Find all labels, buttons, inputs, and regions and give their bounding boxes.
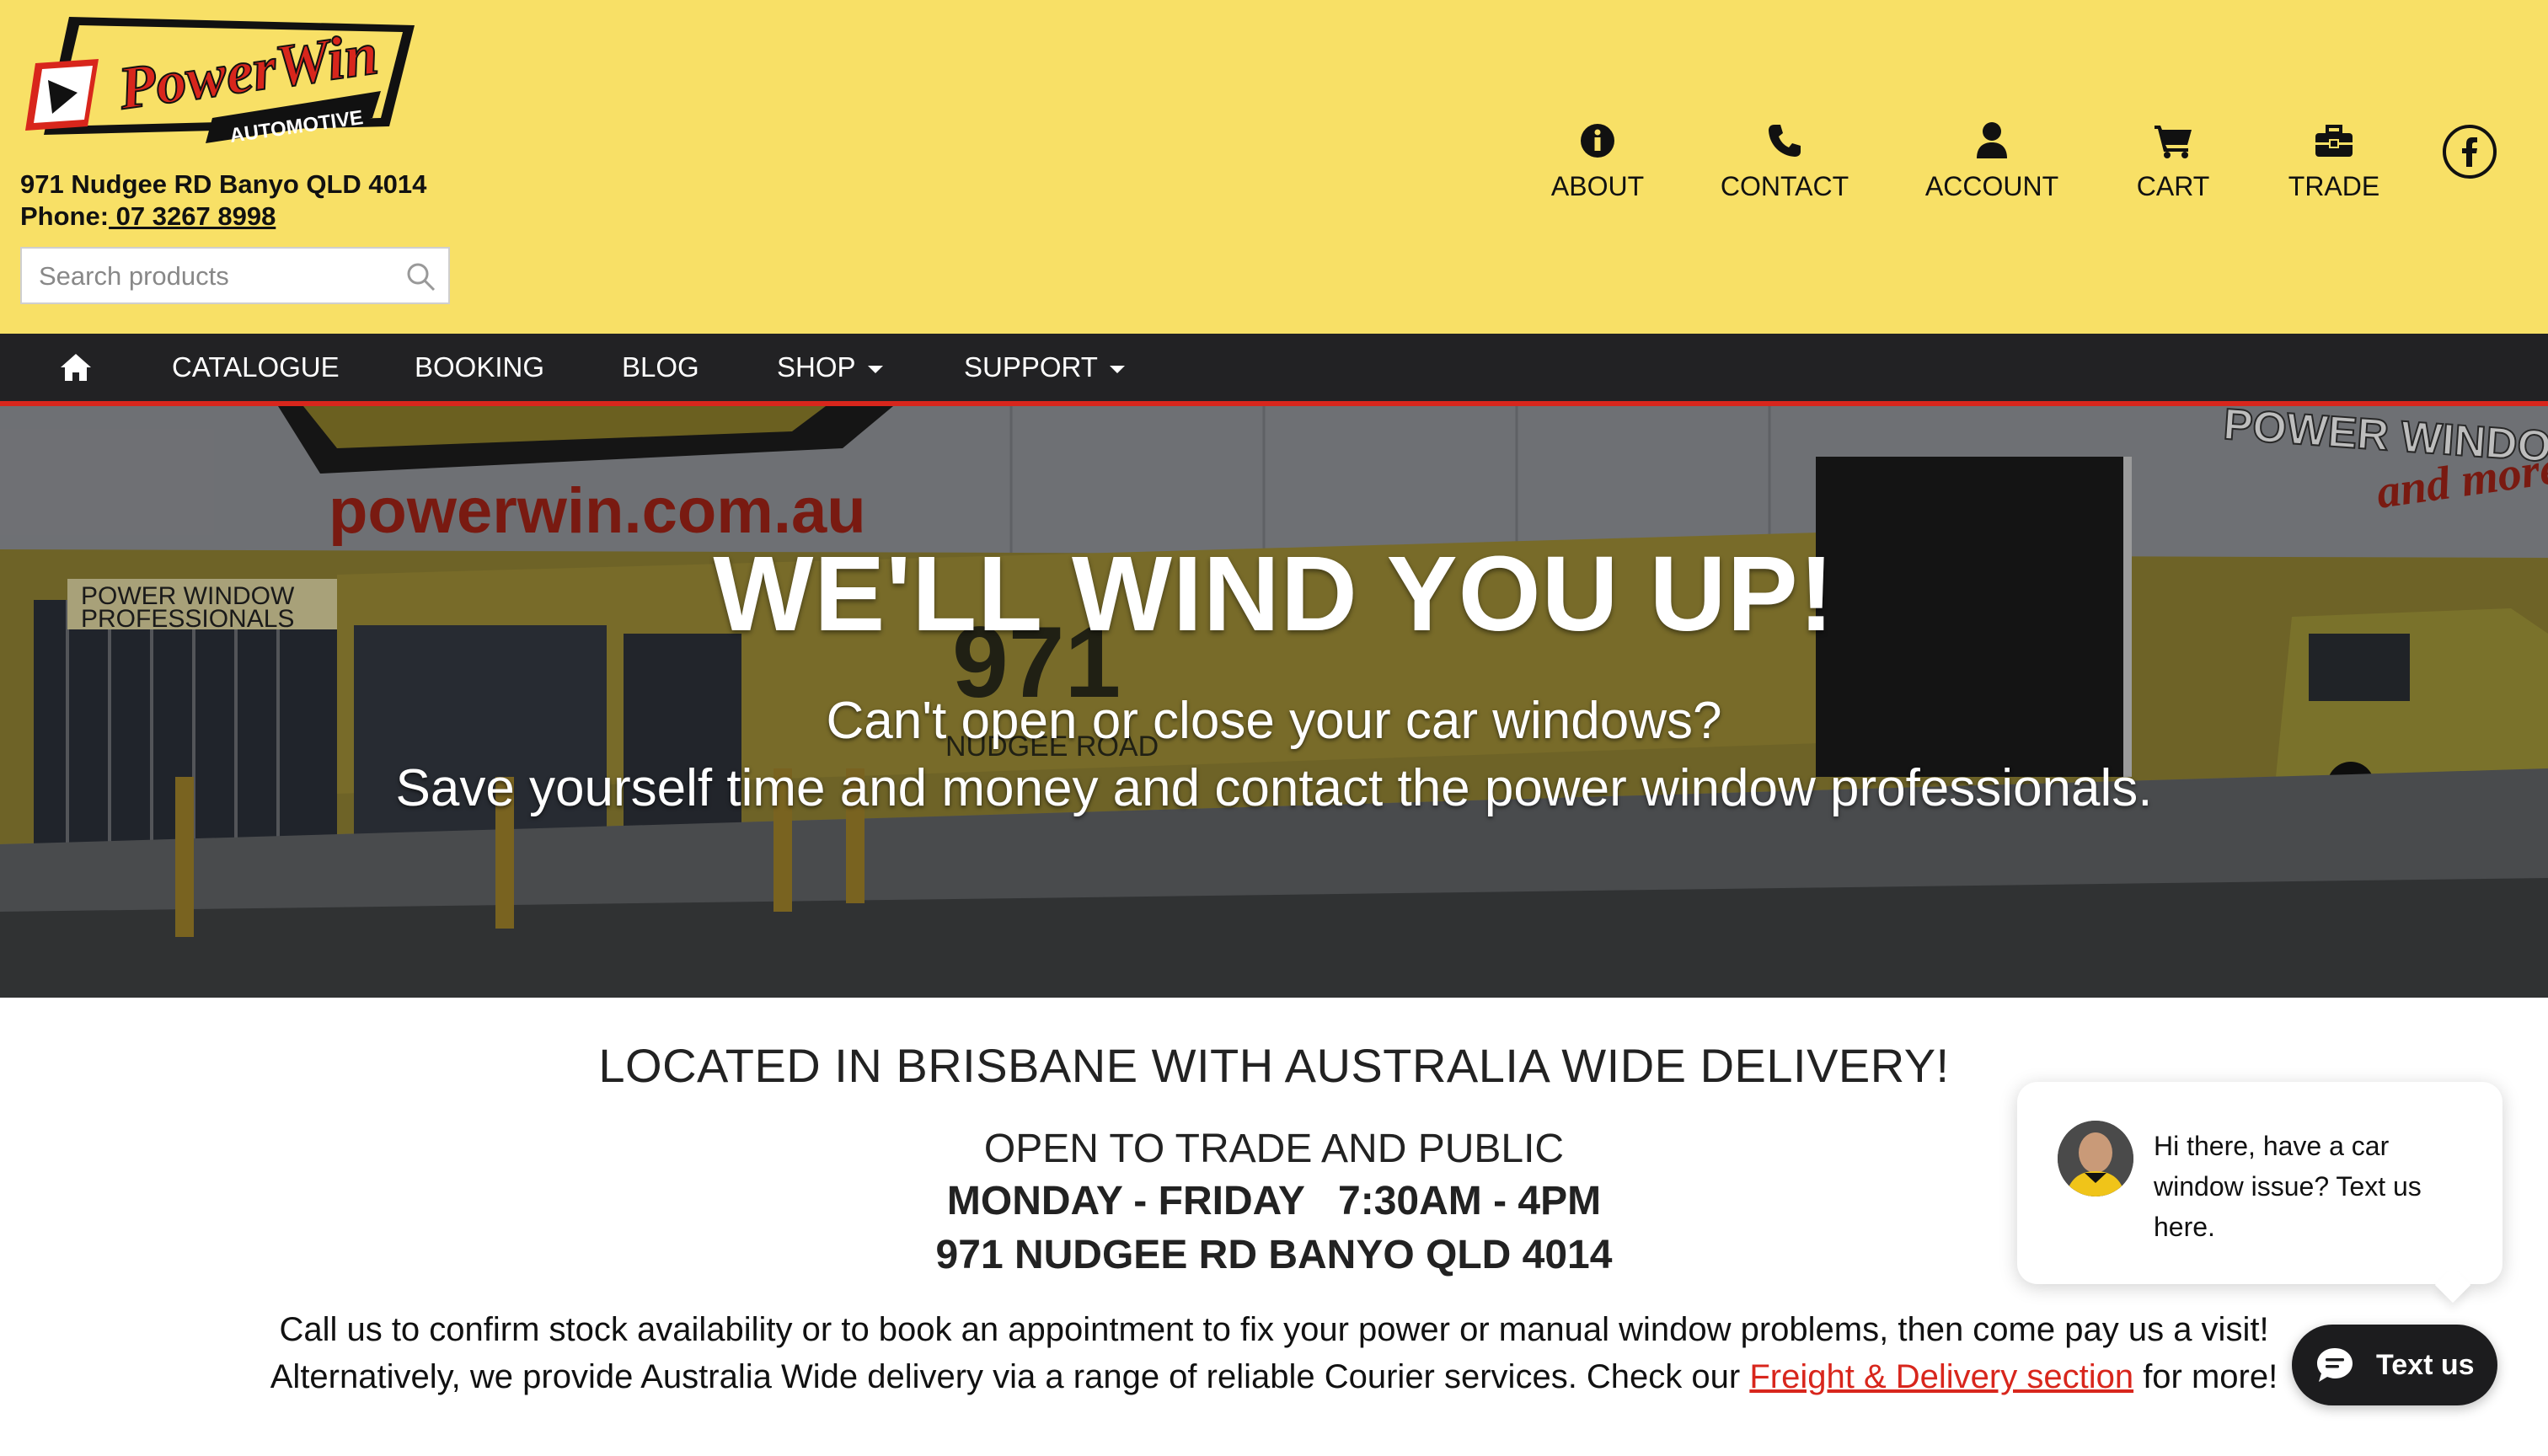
phone-label: Phone: [20,201,110,231]
nav-shop-label: SHOP [777,351,856,383]
top-nav-about[interactable]: ABOUT [1547,118,1648,202]
hero-subtitle-line1: Can't open or close your car windows? [826,692,1722,750]
top-nav-label: ACCOUNT [1924,171,2059,201]
top-nav-contact[interactable]: CONTACT [1717,118,1852,202]
chat-greeting-text: Hi there, have a car window issue? Text … [2154,1131,2422,1242]
search-icon[interactable] [404,260,436,292]
cart-icon [2155,126,2192,158]
hero-banner: POWER WINDOW PROFESSIONALS powerwin.com.… [0,406,2548,998]
top-nav-label: ABOUT [1550,171,1645,201]
info-icon [1581,124,1614,158]
chevron-down-icon [867,365,883,373]
top-nav-label: CONTACT [1720,171,1849,201]
text-us-button[interactable]: Text us [2292,1325,2497,1405]
top-nav-account[interactable]: ACCOUNT [1918,118,2066,202]
search-box [20,247,450,304]
top-nav-label: TRADE [2288,171,2380,201]
top-nav-cart[interactable]: CART [2128,118,2218,202]
user-icon [1977,122,2007,158]
hero-title: WE'LL WIND YOU UP! [713,534,1835,653]
hero-subtitle-line2: Save yourself time and money and contact… [395,759,2153,817]
chat-bubble-icon [2317,1348,2353,1382]
chevron-down-icon [1109,365,1125,373]
avatar [2058,1121,2133,1196]
chat-greeting-bubble[interactable]: Hi there, have a car window issue? Text … [2017,1082,2502,1303]
nav-support-label: SUPPORT [964,351,1098,383]
powerwin-logo[interactable]: PowerWin AUTOMOTIVE [19,0,423,169]
phone-icon [1769,125,1801,157]
freight-delivery-link[interactable]: Freight & Delivery section [1749,1358,2133,1395]
delivery-text: Alternatively, we provide Australia Wide… [270,1358,1750,1395]
nav-catalogue[interactable]: CATALOGUE [172,334,340,401]
intro-paragraph: Call us to confirm stock availability or… [279,1311,2269,1348]
main-nav: CATALOGUE BOOKING BLOG SHOP SUPPORT [0,334,2548,406]
nav-shop-dropdown[interactable]: SHOP [777,334,883,401]
phone-link[interactable]: 07 3267 8998 [109,201,276,231]
delivery-text-end: for more! [2133,1358,2278,1395]
nav-support-dropdown[interactable]: SUPPORT [964,334,1125,401]
nav-blog[interactable]: BLOG [622,334,699,401]
delivery-paragraph: Alternatively, we provide Australia Wide… [0,1358,2548,1396]
facebook-link[interactable] [2443,125,2497,179]
facebook-icon [2462,137,2477,167]
home-icon[interactable] [59,352,93,383]
store-address: 971 Nudgee RD Banyo QLD 4014 [20,169,427,199]
search-input[interactable] [37,249,394,304]
top-nav-trade[interactable]: TRADE [2283,118,2385,202]
top-nav-label: CART [2136,171,2210,201]
text-us-label: Text us [2376,1349,2475,1381]
toolbox-icon [2315,125,2353,157]
nav-booking[interactable]: BOOKING [415,334,544,401]
store-phone: Phone: 07 3267 8998 [20,201,276,233]
site-header: PowerWin AUTOMOTIVE 971 Nudgee RD Banyo … [0,0,2548,334]
